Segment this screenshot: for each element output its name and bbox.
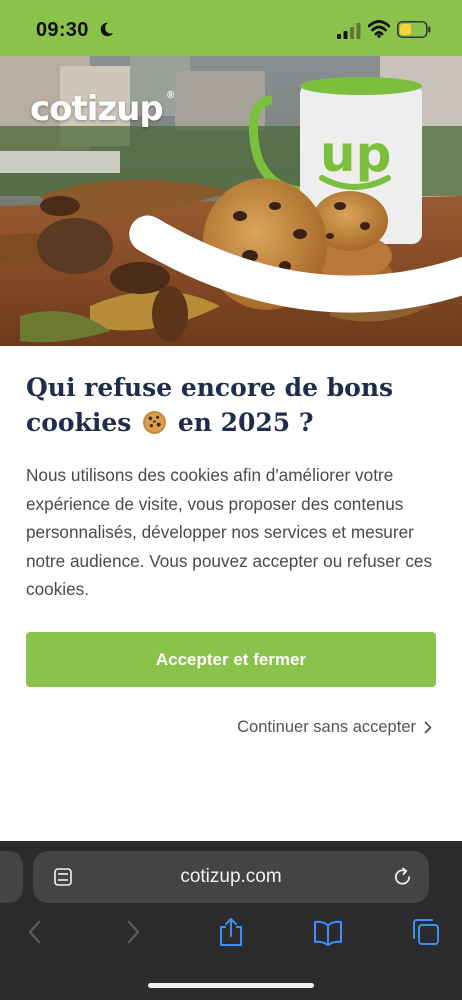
share-icon[interactable]: [216, 916, 246, 948]
cotizup-logo: cotizup: [30, 89, 164, 129]
tabs-icon[interactable]: [411, 916, 441, 948]
previous-tab-preview[interactable]: [0, 851, 23, 903]
url-text: cotizup.com: [180, 866, 282, 887]
forward-icon[interactable]: [118, 916, 148, 948]
consent-title: Qui refuse encore de bons cookies en 202…: [26, 370, 446, 440]
title-text-2: en 2025 ?: [177, 408, 314, 437]
consent-description: Nous utilisons des cookies afin d'amélio…: [26, 465, 433, 599]
home-indicator[interactable]: [148, 983, 314, 988]
accept-and-close-button[interactable]: Accepter et fermer: [26, 632, 436, 687]
continue-without-accepting-link[interactable]: Continuer sans accepter: [237, 718, 432, 737]
browser-toolbar: cotizup.com: [0, 841, 462, 1000]
bookmarks-icon[interactable]: [313, 916, 343, 948]
wifi-icon: [368, 20, 390, 38]
continue-label: Continuer sans accepter: [237, 718, 416, 736]
signal-icon: [337, 23, 361, 39]
chevron-right-icon: [424, 721, 432, 734]
address-bar[interactable]: cotizup.com: [33, 851, 429, 903]
navigation-toolbar: [0, 916, 462, 956]
cookie-icon: [143, 411, 167, 434]
registered-mark: ®: [167, 90, 175, 101]
status-bar: 09:30: [0, 0, 462, 56]
reload-icon[interactable]: [392, 866, 413, 888]
logo-smile-icon: [129, 215, 462, 313]
hero-image: up cotizup ®: [0, 56, 462, 346]
battery-icon: [397, 21, 431, 38]
moon-icon: [100, 22, 114, 37]
back-icon[interactable]: [20, 916, 50, 948]
status-time: 09:30: [36, 19, 89, 41]
